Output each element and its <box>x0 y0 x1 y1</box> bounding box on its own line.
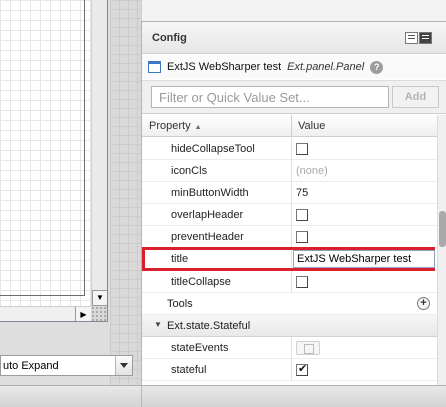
status-bar <box>0 385 446 407</box>
config-panel: Config ExtJS WebSharper test Ext.panel.P… <box>141 21 446 386</box>
column-header-property[interactable]: Property ▲ <box>149 120 202 132</box>
property-row-stateful[interactable]: stateful <box>142 359 437 381</box>
property-checkbox[interactable] <box>296 231 308 243</box>
component-name: ExtJS WebSharper test <box>167 61 282 73</box>
property-name: titleCollapse <box>171 276 231 288</box>
scrollbar-thumb[interactable] <box>439 211 446 247</box>
column-header-property-label: Property <box>149 120 191 132</box>
property-name: preventHeader <box>171 231 244 243</box>
property-name: stateEvents <box>171 342 229 354</box>
property-value[interactable]: (none) <box>296 165 328 177</box>
property-checkbox[interactable] <box>296 143 308 155</box>
section-ext-state-stateful[interactable]: ▼ Ext.state.Stateful <box>142 315 437 337</box>
property-checkbox[interactable] <box>296 276 308 288</box>
section-name: Ext.state.Stateful <box>167 320 251 332</box>
property-row-iconcls[interactable]: iconCls (none) <box>142 160 437 182</box>
property-name: iconCls <box>171 165 208 177</box>
property-row-hidecollapsetool[interactable]: hideCollapseTool <box>142 138 437 160</box>
property-row-minbuttonwidth[interactable]: minButtonWidth 75 <box>142 182 437 204</box>
column-divider[interactable] <box>291 115 292 137</box>
scroll-right-icon[interactable]: ▶ <box>75 307 91 321</box>
sort-asc-icon: ▲ <box>194 124 202 131</box>
column-header-value[interactable]: Value <box>298 120 325 132</box>
layout-select-value: uto Expand <box>3 359 59 372</box>
filter-bar: Add <box>142 80 446 114</box>
property-name: minButtonWidth <box>171 187 249 199</box>
title-value-editor[interactable]: ExtJS WebSharper test <box>293 250 435 268</box>
component-bounds[interactable] <box>0 0 85 296</box>
property-name: hideCollapseTool <box>171 143 255 155</box>
events-editor-icon[interactable] <box>296 341 320 355</box>
canvas-grid[interactable] <box>0 0 91 306</box>
list-view-icon[interactable] <box>419 32 432 44</box>
canvas-vertical-scrollbar[interactable]: ▼ <box>91 0 107 306</box>
component-type: Ext.panel.Panel <box>287 61 365 73</box>
property-row-overlapheader[interactable]: overlapHeader <box>142 204 437 226</box>
panel-icon <box>148 61 161 73</box>
panel-top-strip <box>141 0 446 21</box>
designer-gutter <box>110 0 141 385</box>
add-button[interactable]: Add <box>392 86 439 108</box>
resize-grip[interactable] <box>91 306 107 321</box>
property-value[interactable]: 75 <box>296 187 308 199</box>
config-title: Config <box>152 32 187 44</box>
config-vertical-scrollbar[interactable] <box>437 115 446 386</box>
config-header: Config <box>142 22 446 54</box>
canvas-horizontal-scrollbar[interactable]: ▶ <box>0 306 91 321</box>
collapse-icon[interactable] <box>405 32 418 44</box>
status-divider <box>141 386 142 407</box>
design-canvas: ▼ ▶ <box>0 0 108 322</box>
property-row-preventheader[interactable]: preventHeader <box>142 226 437 248</box>
scroll-down-icon[interactable]: ▼ <box>92 290 107 306</box>
layout-select[interactable]: uto Expand <box>0 355 133 376</box>
property-name: stateful <box>171 364 207 376</box>
property-row-title[interactable]: title ExtJS WebSharper test <box>142 247 435 271</box>
property-row-tools[interactable]: Tools + <box>142 293 437 315</box>
property-row-stateevents[interactable]: stateEvents <box>142 337 437 359</box>
plus-circle-icon[interactable]: + <box>417 297 430 310</box>
property-grid-rows: hideCollapseTool iconCls (none) minButto… <box>142 138 437 386</box>
component-info: ExtJS WebSharper test Ext.panel.Panel ? <box>142 55 446 79</box>
property-checkbox[interactable] <box>296 209 308 221</box>
caret-down-icon[interactable]: ▼ <box>154 320 162 329</box>
property-name: overlapHeader <box>171 209 244 221</box>
chevron-down-icon[interactable] <box>115 356 132 375</box>
property-row-titlecollapse[interactable]: titleCollapse <box>142 271 437 293</box>
property-name: title <box>171 253 189 265</box>
property-name: Tools <box>167 298 193 310</box>
property-grid-header: Property ▲ Value <box>142 115 437 137</box>
filter-input[interactable] <box>151 86 389 108</box>
designer-area: ▼ ▶ uto Expand <box>0 0 141 385</box>
property-checkbox-checked[interactable] <box>296 362 308 376</box>
help-icon[interactable]: ? <box>370 60 384 74</box>
